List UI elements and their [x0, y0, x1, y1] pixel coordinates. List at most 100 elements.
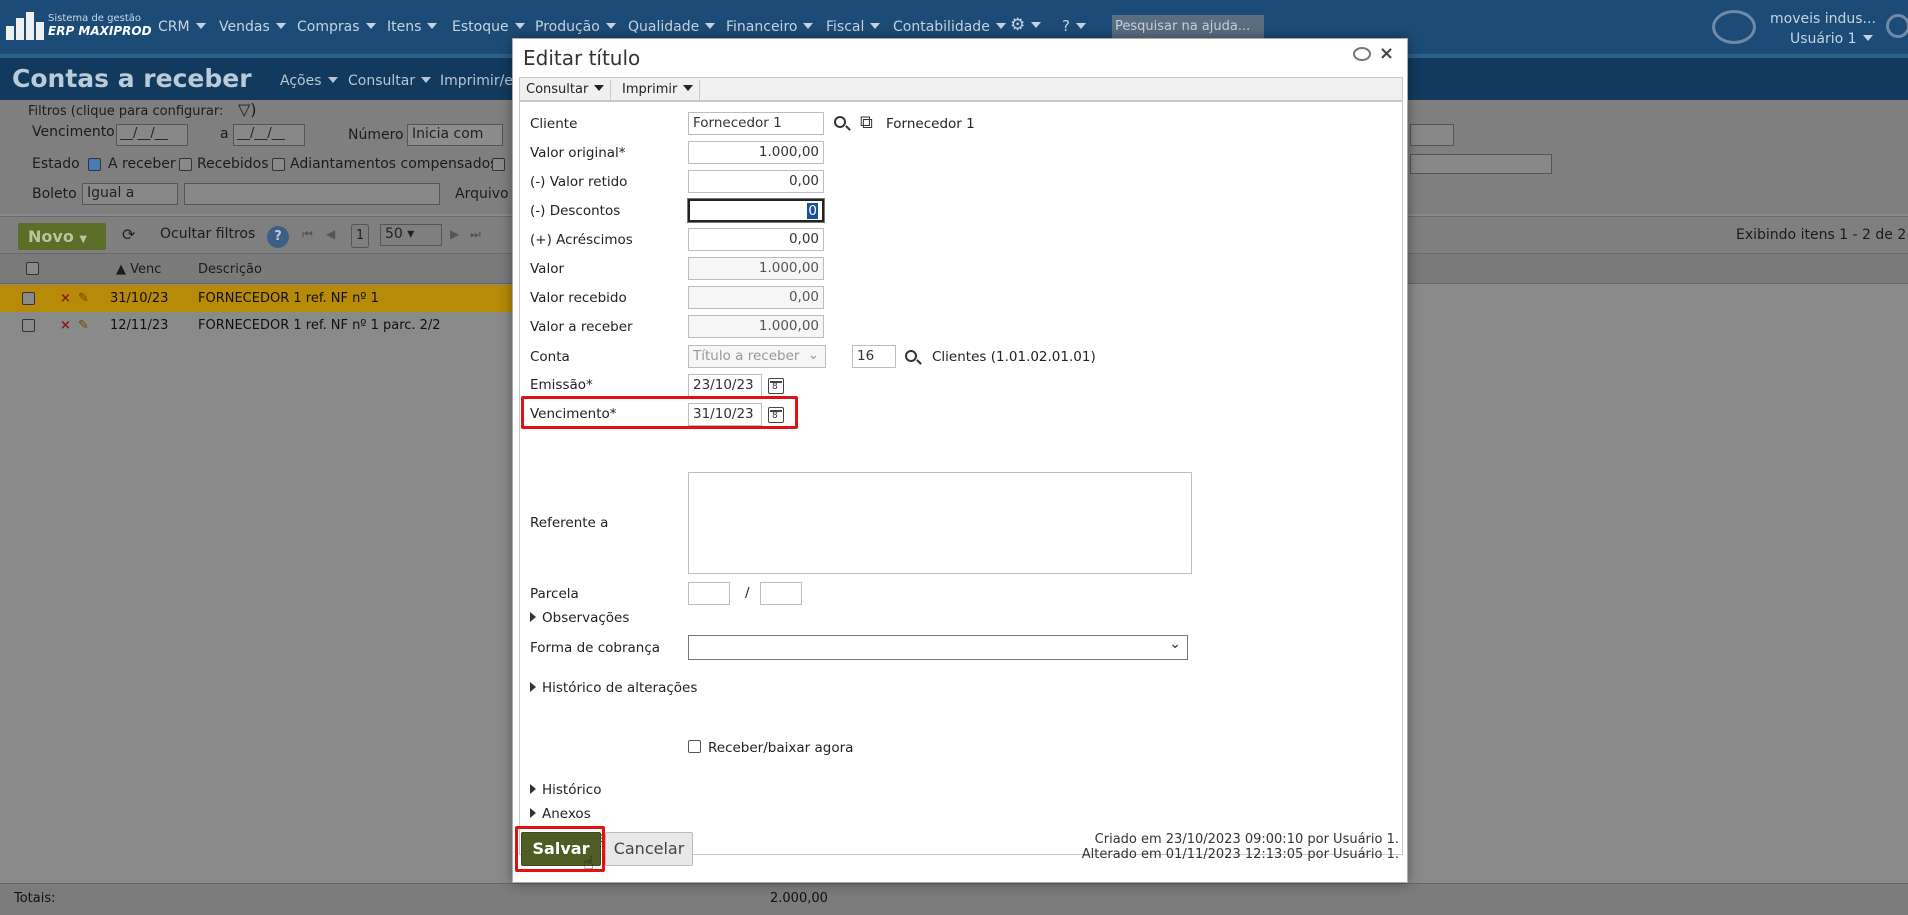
row-checkbox[interactable]	[22, 319, 35, 332]
forma-cobranca-select[interactable]: ⌄	[688, 635, 1188, 660]
emissao-input[interactable]: 23/10/23	[688, 374, 762, 397]
estado-a-receber-label: A receber	[108, 156, 176, 172]
last-page-icon[interactable]: ⏭	[470, 227, 481, 242]
menu-crm[interactable]: CRM	[158, 19, 206, 35]
new-button[interactable]: Novo ▼	[18, 223, 106, 250]
brand-text: Sistema de gestão ERP MAXIPROD	[48, 13, 152, 37]
help-search-input[interactable]: Pesquisar na ajuda...	[1112, 15, 1264, 40]
conta-select[interactable]: Título a receber ⌄	[688, 345, 826, 368]
historico-label: Histórico	[542, 782, 602, 798]
menu-label: Contabilidade	[893, 19, 990, 35]
search-icon[interactable]	[905, 350, 917, 362]
col-descricao[interactable]: Descrição	[198, 262, 262, 277]
receber-agora-label: Receber/baixar agora	[708, 740, 854, 756]
edit-icon[interactable]: ✎	[78, 291, 89, 306]
menu-imprimir[interactable]: Imprimir/e	[440, 73, 513, 89]
estado-recebidos-label: Recebidos	[197, 156, 269, 172]
page-size-select[interactable]: 50 ▾	[380, 224, 442, 246]
table-row[interactable]: × ✎ 31/10/23 FORNECEDOR 1 ref. NF nº 1	[0, 285, 520, 312]
anexos-section[interactable]: Anexos	[530, 806, 591, 822]
power-icon[interactable]	[1886, 14, 1908, 38]
dialog-title: Editar título	[523, 46, 641, 70]
estado-recebidos-checkbox[interactable]	[179, 158, 192, 171]
help-icon[interactable]: ?	[1062, 17, 1086, 35]
dialog-menu-imprimir[interactable]: Imprimir	[616, 80, 701, 100]
menu-estoque[interactable]: Estoque	[452, 19, 525, 35]
page-number-input[interactable]: 1	[351, 224, 369, 248]
filter-icon[interactable]: ▽)	[238, 100, 257, 119]
venc-to-input[interactable]: __/__/__	[233, 124, 305, 146]
row-checkbox[interactable]	[22, 292, 35, 305]
conta-number-input[interactable]: 16	[852, 345, 896, 368]
vencimento-highlight	[521, 396, 798, 429]
menu-itens[interactable]: Itens	[387, 19, 438, 35]
modified-info: Alterado em 01/11/2023 12:13:05 por Usuá…	[1081, 847, 1399, 862]
gear-icon[interactable]: ⚙	[1010, 15, 1042, 35]
dialog-body: Cliente Fornecedor 1 ⧉ Fornecedor 1 Valo…	[519, 101, 1403, 855]
company-name[interactable]: moveis indus...	[1770, 11, 1876, 27]
observacoes-section[interactable]: Observações	[530, 610, 629, 626]
estado-adiantamentos-checkbox[interactable]	[272, 158, 285, 171]
cliente-link[interactable]: Fornecedor 1	[886, 116, 975, 132]
menu-producao[interactable]: Produção	[535, 19, 616, 35]
parcela-separator: /	[745, 585, 750, 601]
numero-mode-select[interactable]: Inicia com	[407, 124, 503, 146]
receber-agora-checkbox[interactable]	[688, 740, 701, 753]
delete-icon[interactable]: ×	[60, 318, 71, 333]
acrescimos-input[interactable]: 0,00	[688, 228, 824, 251]
user-menu[interactable]: Usuário 1	[1790, 31, 1873, 47]
filter-select-right[interactable]	[1410, 154, 1552, 174]
menu-compras[interactable]: Compras	[297, 19, 376, 35]
hide-filters-button[interactable]: Ocultar filtros	[160, 226, 255, 242]
next-page-icon[interactable]: ▶	[450, 227, 459, 241]
calendar-icon[interactable]	[768, 378, 784, 394]
comment-icon[interactable]	[1353, 47, 1371, 61]
delete-icon[interactable]: ×	[60, 291, 71, 306]
menu-acoes[interactable]: Ações	[280, 73, 338, 89]
valor-recebido-label: Valor recebido	[530, 290, 627, 306]
estado-extra-checkbox[interactable]	[492, 158, 505, 171]
referente-textarea[interactable]	[688, 472, 1192, 574]
numero-to-input[interactable]	[1410, 124, 1454, 146]
user-name: Usuário 1	[1790, 31, 1857, 47]
col-venc[interactable]: ▲ Venc	[116, 262, 161, 277]
descontos-label: (-) Descontos	[530, 203, 621, 219]
menu-fiscal[interactable]: Fiscal	[826, 19, 881, 35]
historico-alteracoes-section[interactable]: Histórico de alterações	[530, 680, 697, 696]
valor-retido-label: (-) Valor retido	[530, 174, 628, 190]
menu-contabilidade[interactable]: Contabilidade	[893, 19, 1006, 35]
app-logo[interactable]	[6, 12, 44, 40]
parcela-number-input[interactable]	[688, 582, 730, 605]
boleto-input[interactable]	[184, 183, 440, 205]
menu-label: Financeiro	[726, 19, 798, 35]
search-icon[interactable]	[834, 116, 846, 128]
acrescimos-label: (+) Acréscimos	[530, 232, 633, 248]
help-button[interactable]: ?	[267, 226, 289, 248]
valor-retido-input[interactable]: 0,00	[688, 170, 824, 193]
select-all-checkbox[interactable]	[26, 262, 39, 275]
cliente-input[interactable]: Fornecedor 1	[688, 112, 824, 135]
refresh-icon[interactable]: ⟳	[122, 225, 135, 244]
chat-icon[interactable]	[1712, 10, 1756, 44]
descontos-input[interactable]: 0	[688, 199, 824, 222]
close-icon[interactable]: ×	[1379, 43, 1394, 64]
menu-vendas[interactable]: Vendas	[219, 19, 286, 35]
first-page-icon[interactable]: ⏮	[302, 227, 313, 242]
menu-financeiro[interactable]: Financeiro	[726, 19, 814, 35]
dialog-menu-consultar[interactable]: Consultar	[520, 80, 612, 100]
historico-section[interactable]: Histórico	[530, 782, 601, 798]
col-venc-label: Venc	[130, 262, 162, 277]
menu-consultar[interactable]: Consultar	[348, 73, 432, 89]
menu-qualidade[interactable]: Qualidade	[628, 19, 716, 35]
external-link-icon[interactable]: ⧉	[860, 112, 873, 133]
venc-from-input[interactable]: __/__/__	[116, 124, 188, 146]
valor-original-input[interactable]: 1.000,00	[688, 141, 824, 164]
edit-icon[interactable]: ✎	[78, 318, 89, 333]
boleto-mode-select[interactable]: Igual a	[82, 183, 178, 205]
table-row[interactable]: × ✎ 12/11/23 FORNECEDOR 1 ref. NF nº 1 p…	[0, 312, 520, 339]
estado-label: Estado	[32, 156, 80, 172]
estado-a-receber-checkbox[interactable]	[88, 158, 101, 171]
cancel-button[interactable]: Cancelar	[605, 832, 693, 866]
prev-page-icon[interactable]: ◀	[326, 227, 335, 241]
parcela-total-input[interactable]	[760, 582, 802, 605]
